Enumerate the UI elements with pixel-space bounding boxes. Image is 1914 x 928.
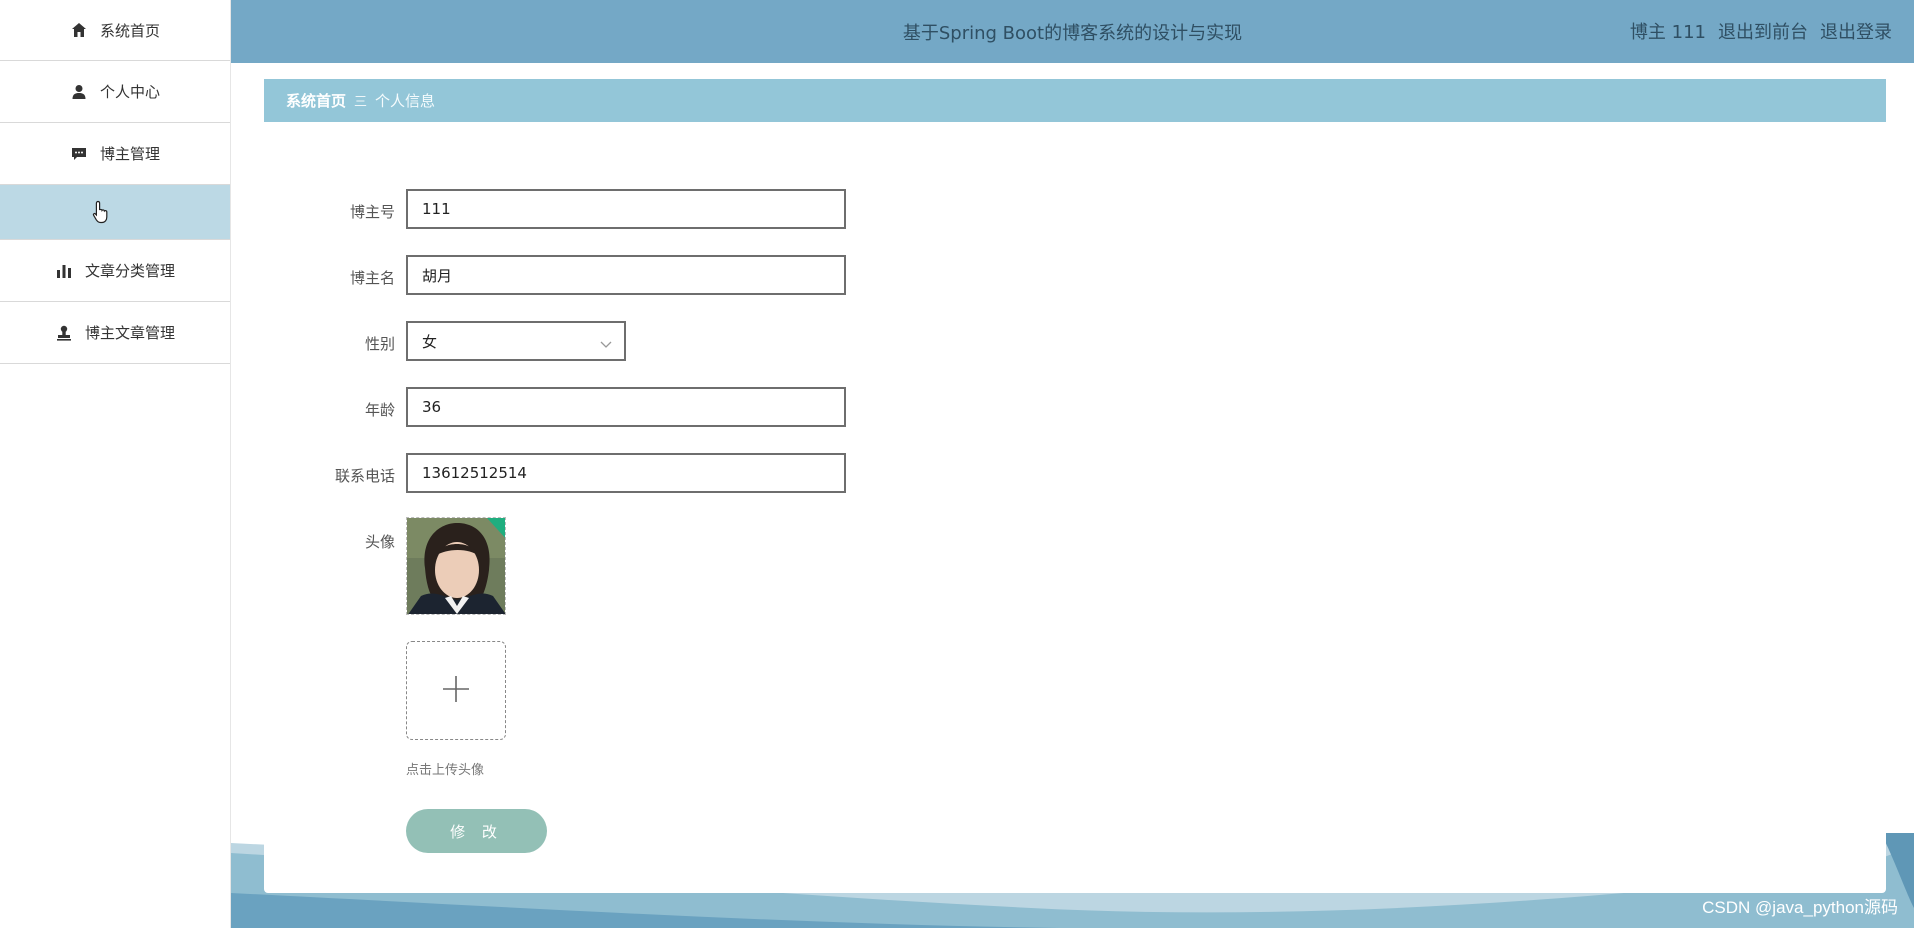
pointer-cursor-icon [92, 200, 110, 228]
phone-label: 联系电话 [334, 467, 395, 485]
bar-chart-icon [55, 262, 73, 280]
blogger-id-input[interactable]: 111 [406, 189, 846, 229]
plus-icon [441, 674, 471, 708]
age-input[interactable]: 36 [406, 387, 846, 427]
submit-button[interactable]: 修 改 [406, 809, 547, 853]
chat-icon [70, 145, 88, 163]
blogger-name-input[interactable]: 胡月 [406, 255, 846, 295]
breadcrumb: 系统首页 三 个人信息 [264, 79, 1886, 122]
back-to-front-link[interactable]: 退出到前台 [1718, 18, 1808, 44]
sidebar-item-profile[interactable]: 个人中心 [0, 61, 230, 123]
breadcrumb-home[interactable]: 系统首页 [286, 90, 346, 111]
upload-avatar-button[interactable] [406, 641, 506, 740]
avatar-photo [407, 518, 505, 614]
gender-label: 性别 [364, 335, 395, 353]
sidebar-item-label: 个人中心 [99, 83, 160, 101]
header-links: 博主 111 退出到前台 退出登录 [1630, 18, 1892, 44]
sidebar-item-hovered[interactable] [0, 185, 230, 240]
sidebar-item-article-category[interactable]: 文章分类管理 [0, 240, 230, 302]
sidebar-item-label: 文章分类管理 [84, 262, 175, 280]
sidebar-item-blogger-management[interactable]: 博主管理 [0, 123, 230, 185]
stamp-icon [55, 324, 73, 342]
sidebar-item-home[interactable]: 系统首页 [0, 0, 230, 61]
avatar-label: 头像 [364, 533, 395, 551]
current-user: 博主 111 [1629, 22, 1706, 43]
home-icon [70, 21, 88, 39]
gender-select-value: 女 [422, 332, 438, 351]
watermark: CSDN @java_python源码 [1702, 898, 1898, 917]
chevron-down-icon [600, 335, 612, 353]
breadcrumb-separator: 三 [354, 95, 368, 110]
top-header: 基于Spring Boot的博客系统的设计与实现 博主 111 退出到前台 退出… [231, 0, 1914, 63]
upload-hint: 点击上传头像 [406, 763, 485, 778]
sidebar-item-label: 博主文章管理 [84, 324, 175, 342]
sidebar-item-label: 博主管理 [99, 145, 160, 163]
avatar-image[interactable] [406, 517, 506, 615]
blogger-name-label: 博主名 [349, 269, 395, 287]
breadcrumb-current: 个人信息 [375, 92, 436, 110]
logout-link[interactable]: 退出登录 [1820, 18, 1892, 44]
blogger-id-label: 博主号 [349, 203, 395, 221]
sidebar-item-label: 系统首页 [99, 21, 160, 40]
age-label: 年龄 [364, 401, 395, 419]
gender-select[interactable]: 女 [406, 321, 626, 361]
sidebar-item-blogger-articles[interactable]: 博主文章管理 [0, 302, 230, 364]
user-icon [70, 83, 88, 101]
phone-input[interactable]: 13612512514 [406, 453, 846, 493]
sidebar: 系统首页 个人中心 博主管理 文章分类管理 博主文章管理 [0, 0, 231, 928]
